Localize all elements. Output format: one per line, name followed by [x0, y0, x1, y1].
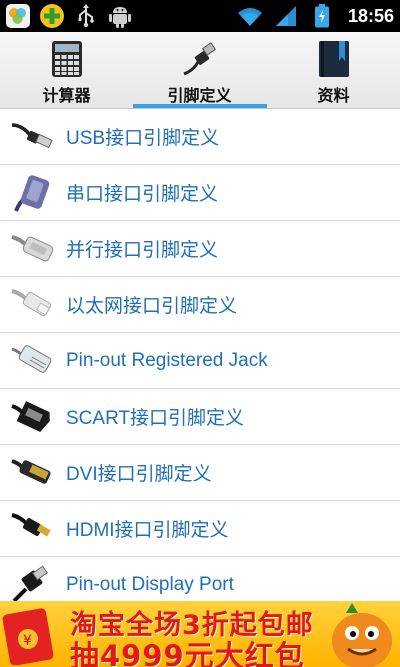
list-item-label: 并行接口引脚定义 — [66, 240, 219, 261]
displayport-connector-icon — [8, 562, 58, 601]
usb-icon — [72, 2, 100, 30]
mascot-icon — [318, 601, 400, 667]
signal-icon — [272, 2, 300, 30]
tab-resources-label: 资料 — [317, 86, 350, 105]
red-envelope-icon: ¥ — [2, 605, 60, 666]
list-item-label: USB接口引脚定义 — [66, 128, 220, 149]
tab-bar: 计算器 引脚定义 资料 — [0, 32, 400, 109]
usb-plug-icon — [180, 40, 220, 78]
tab-calculator-label: 计算器 — [42, 86, 91, 105]
ad-banner[interactable]: ¥ 淘宝全场3折起包邮 抽4999元大红包 — [0, 601, 400, 667]
ad-subline: 抽4999元大红包 — [70, 639, 305, 667]
usb-cable-icon — [8, 114, 58, 160]
rj-jack-icon — [8, 338, 58, 384]
pinout-list: USB接口引脚定义 串口接口引脚定义 并行接口引脚定义 以太网接口引脚定义 Pi… — [0, 109, 400, 601]
list-item-scart[interactable]: SCART接口引脚定义 — [0, 389, 400, 445]
list-item-registered-jack[interactable]: Pin-out Registered Jack — [0, 333, 400, 389]
status-bar-system: 18:56 — [236, 2, 394, 30]
android-icon — [106, 2, 134, 30]
calculator-icon — [47, 40, 87, 78]
tab-resources[interactable]: 资料 — [267, 32, 400, 108]
list-item-ethernet[interactable]: 以太网接口引脚定义 — [0, 277, 400, 333]
list-item-label: 串口接口引脚定义 — [66, 184, 219, 205]
photo-app-icon — [4, 2, 32, 30]
list-item-label: Pin-out Display Port — [66, 573, 234, 595]
list-item-label: SCART接口引脚定义 — [66, 408, 245, 429]
list-item-label: HDMI接口引脚定义 — [66, 520, 229, 541]
plus-app-icon — [38, 2, 66, 30]
tab-calculator[interactable]: 计算器 — [0, 32, 133, 108]
ethernet-connector-icon — [8, 282, 58, 328]
status-bar-time: 18:56 — [347, 5, 394, 26]
list-item-parallel[interactable]: 并行接口引脚定义 — [0, 221, 400, 277]
list-item-serial[interactable]: 串口接口引脚定义 — [0, 165, 400, 221]
dvi-connector-icon — [8, 450, 58, 496]
book-icon — [314, 40, 354, 78]
tab-pinout-label: 引脚定义 — [167, 86, 232, 105]
list-item-label: Pin-out Registered Jack — [66, 349, 268, 371]
battery-icon — [308, 2, 336, 30]
serial-connector-icon — [8, 170, 58, 216]
tab-selected-indicator — [133, 104, 267, 108]
wifi-icon — [236, 2, 264, 30]
parallel-connector-icon — [8, 226, 58, 272]
list-item-displayport[interactable]: Pin-out Display Port — [0, 557, 400, 601]
scart-connector-icon — [8, 394, 58, 440]
list-item-dvi[interactable]: DVI接口引脚定义 — [0, 445, 400, 501]
tab-pinout[interactable]: 引脚定义 — [133, 32, 266, 108]
hdmi-connector-icon — [8, 506, 58, 552]
list-item-label: DVI接口引脚定义 — [66, 464, 212, 485]
list-item-hdmi[interactable]: HDMI接口引脚定义 — [0, 501, 400, 557]
list-item-label: 以太网接口引脚定义 — [66, 296, 238, 317]
status-bar: 18:56 — [0, 0, 400, 32]
status-bar-notifications — [4, 2, 134, 30]
svg-text:¥: ¥ — [23, 633, 32, 649]
list-item-usb[interactable]: USB接口引脚定义 — [0, 109, 400, 165]
